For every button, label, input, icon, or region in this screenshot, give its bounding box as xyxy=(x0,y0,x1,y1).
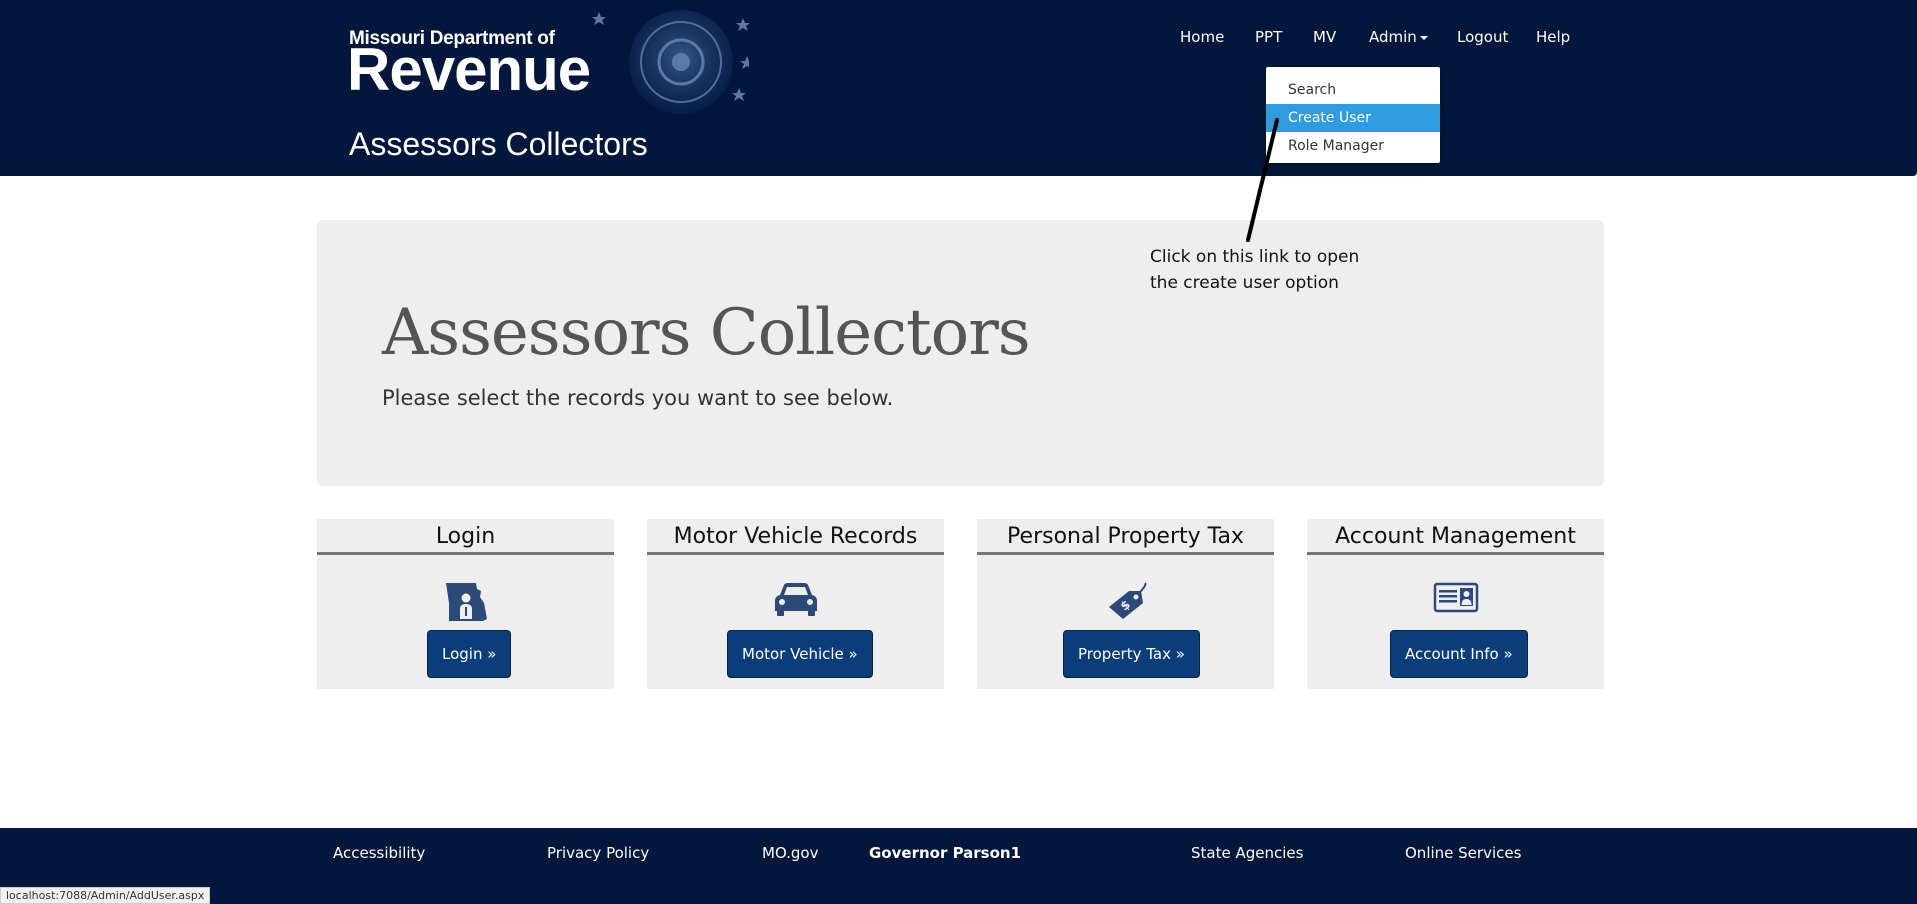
hero-panel: Assessors Collectors Please select the r… xyxy=(317,220,1604,486)
car-icon xyxy=(774,583,817,616)
menu-item-search[interactable]: Search xyxy=(1266,76,1440,104)
nav-logout[interactable]: Logout xyxy=(1457,28,1508,46)
hero-subtitle: Please select the records you want to se… xyxy=(382,386,894,410)
missouri-seal-icon xyxy=(592,10,749,114)
footer-agencies-link[interactable]: State Agencies xyxy=(1191,844,1303,862)
account-info-button[interactable]: Account Info » xyxy=(1390,630,1528,678)
menu-item-role-manager[interactable]: Role Manager xyxy=(1266,132,1440,160)
footer-governor-link[interactable]: Governor Parson1 xyxy=(869,844,1021,862)
card-title: Motor Vehicle Records xyxy=(647,519,944,555)
card-property-tax: Personal Property Tax $ Property Tax » xyxy=(977,519,1274,689)
browser-status-bar: localhost:7088/Admin/AddUser.aspx xyxy=(0,887,211,904)
missouri-person-icon xyxy=(445,583,487,621)
footer-mogov-link[interactable]: MO.gov xyxy=(762,844,818,862)
nav-home[interactable]: Home xyxy=(1180,28,1224,46)
property-tax-button[interactable]: Property Tax » xyxy=(1063,630,1200,678)
admin-dropdown-menu: Search Create User Role Manager xyxy=(1266,67,1440,163)
motor-vehicle-button[interactable]: Motor Vehicle » xyxy=(727,630,873,678)
footer-privacy-link[interactable]: Privacy Policy xyxy=(547,844,649,862)
site-footer: Accessibility Privacy Policy MO.gov Gove… xyxy=(0,828,1917,904)
menu-item-create-user[interactable]: Create User xyxy=(1266,104,1440,132)
price-tag-icon: $ xyxy=(1108,582,1146,619)
dor-logo[interactable]: Missouri Department of Revenue xyxy=(347,10,819,114)
card-motor-vehicle: Motor Vehicle Records Motor Vehicle » xyxy=(647,519,944,689)
annotation-note: Click on this link to open the create us… xyxy=(1150,244,1380,296)
card-account-management: Account Management Account Info » xyxy=(1307,519,1604,689)
annotation-line-1: Click on this link to open xyxy=(1150,247,1360,267)
footer-accessibility-link[interactable]: Accessibility xyxy=(333,844,425,862)
card-login: Login Login » xyxy=(317,519,614,689)
nav-admin-label: Admin xyxy=(1369,28,1417,46)
logo-big-text: Revenue xyxy=(347,36,591,103)
footer-services-link[interactable]: Online Services xyxy=(1405,844,1521,862)
nav-ppt[interactable]: PPT xyxy=(1255,28,1282,46)
caret-down-icon xyxy=(1419,35,1428,40)
id-card-icon xyxy=(1433,582,1478,613)
hero-title: Assessors Collectors xyxy=(382,296,1031,370)
nav-mv[interactable]: MV xyxy=(1313,28,1336,46)
card-title: Account Management xyxy=(1307,519,1604,555)
site-title: Assessors Collectors xyxy=(349,126,648,162)
annotation-line-2: the create user option xyxy=(1150,273,1339,293)
nav-help[interactable]: Help xyxy=(1536,28,1570,46)
card-title: Login xyxy=(317,519,614,555)
nav-admin[interactable]: Admin xyxy=(1369,28,1428,46)
card-title: Personal Property Tax xyxy=(977,519,1274,555)
login-button[interactable]: Login » xyxy=(427,630,512,678)
site-header: Missouri Department of Revenue Assessors… xyxy=(0,0,1917,176)
